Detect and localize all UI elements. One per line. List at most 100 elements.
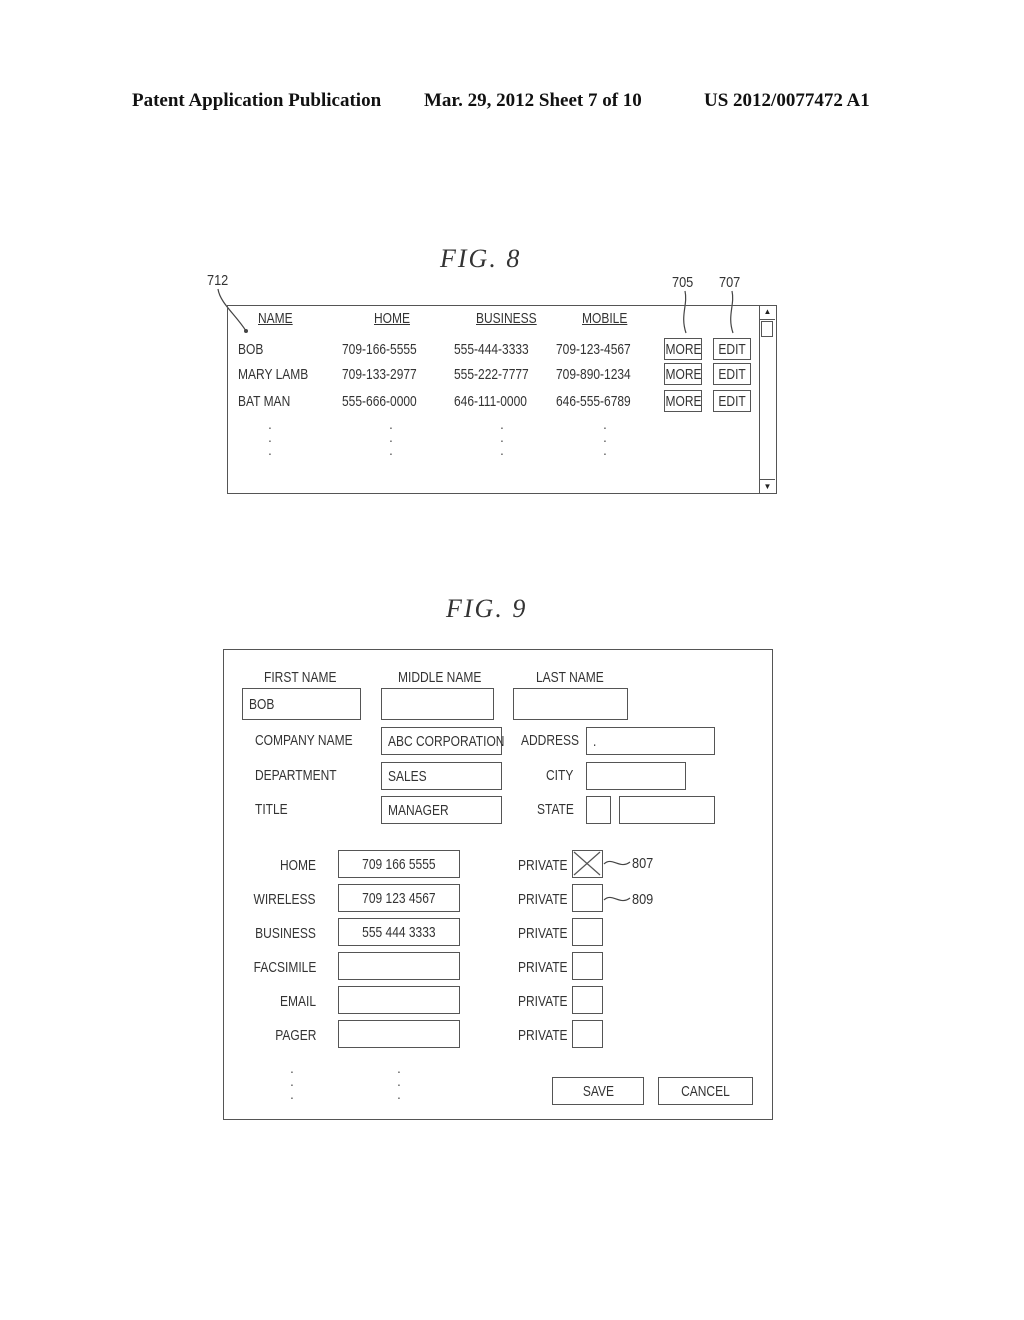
business-label: BUSINESS bbox=[255, 925, 316, 942]
cell-home: 709-166-5555 bbox=[342, 341, 417, 358]
private-label: PRIVATE bbox=[518, 857, 568, 874]
column-header-name: NAME bbox=[258, 310, 293, 327]
cell-business: 555-444-3333 bbox=[454, 341, 529, 358]
first-name-value: BOB bbox=[249, 695, 275, 713]
more-button-label: MORE bbox=[665, 340, 701, 358]
table-row: BAT MAN 555-666-0000 646-111-0000 646-55… bbox=[228, 390, 758, 414]
column-header-home: HOME bbox=[374, 310, 410, 327]
private-checkbox[interactable] bbox=[572, 850, 603, 878]
more-button[interactable]: MORE bbox=[664, 338, 702, 360]
private-checkbox[interactable] bbox=[572, 952, 603, 980]
scroll-thumb[interactable] bbox=[761, 320, 773, 337]
home-value: 709 166 5555 bbox=[362, 855, 436, 873]
cell-name: MARY LAMB bbox=[238, 366, 309, 383]
cell-business: 555-222-7777 bbox=[454, 366, 529, 383]
edit-button[interactable]: EDIT bbox=[713, 390, 751, 412]
contact-list-panel: NAME HOME BUSINESS MOBILE BOB 709-166-55… bbox=[227, 304, 777, 494]
pager-input[interactable] bbox=[338, 1020, 460, 1048]
private-checkbox[interactable] bbox=[572, 1020, 603, 1048]
save-button[interactable]: SAVE bbox=[552, 1077, 644, 1105]
private-label: PRIVATE bbox=[518, 1027, 568, 1044]
private-label: PRIVATE bbox=[518, 959, 568, 976]
home-input[interactable]: 709 166 5555 bbox=[338, 850, 460, 878]
private-label: PRIVATE bbox=[518, 925, 568, 942]
zip-input[interactable] bbox=[619, 796, 715, 824]
continuation-dots: . . . bbox=[397, 1060, 401, 1102]
email-input[interactable] bbox=[338, 986, 460, 1014]
edit-button[interactable]: EDIT bbox=[713, 363, 751, 385]
address-label: ADDRESS bbox=[521, 732, 580, 749]
business-input[interactable]: 555 444 3333 bbox=[338, 918, 460, 946]
checkbox-x-mark-icon bbox=[573, 851, 601, 876]
title-input[interactable]: MANAGER bbox=[381, 796, 502, 824]
save-button-label: SAVE bbox=[582, 1082, 614, 1100]
wireless-label: WIRELESS bbox=[253, 891, 316, 908]
cell-business: 646-111-0000 bbox=[454, 393, 527, 410]
last-name-label: LAST NAME bbox=[536, 669, 604, 686]
company-name-label: COMPANY NAME bbox=[255, 732, 353, 749]
private-checkbox[interactable] bbox=[572, 884, 603, 912]
company-name-input[interactable]: ABC CORPORATION bbox=[381, 727, 505, 755]
department-label: DEPARTMENT bbox=[255, 767, 337, 784]
home-label: HOME bbox=[280, 857, 316, 874]
cancel-button-label: CANCEL bbox=[681, 1082, 730, 1100]
fig8-title: FIG. 8 bbox=[440, 244, 522, 273]
private-label: PRIVATE bbox=[518, 891, 568, 908]
table-row: BOB 709-166-5555 555-444-3333 709-123-45… bbox=[228, 338, 758, 362]
wireless-input[interactable]: 709 123 4567 bbox=[338, 884, 460, 912]
first-name-input[interactable]: BOB bbox=[242, 688, 361, 720]
ref-807: 807 bbox=[632, 855, 654, 872]
company-name-value: ABC CORPORATION bbox=[388, 732, 505, 750]
cancel-button[interactable]: CANCEL bbox=[658, 1077, 753, 1105]
continuation-dots: . . . bbox=[389, 416, 393, 458]
address-value: . bbox=[593, 732, 597, 750]
private-label: PRIVATE bbox=[518, 993, 568, 1010]
date-sheet-label: Mar. 29, 2012 Sheet 7 of 10 bbox=[424, 90, 642, 111]
state-input[interactable] bbox=[586, 796, 611, 824]
ref-809: 809 bbox=[632, 891, 654, 908]
cell-mobile: 646-555-6789 bbox=[556, 393, 631, 410]
more-button-label: MORE bbox=[665, 365, 701, 383]
scroll-down-arrow-icon[interactable]: ▼ bbox=[760, 478, 775, 494]
more-button[interactable]: MORE bbox=[664, 390, 702, 412]
continuation-dots: . . . bbox=[603, 416, 607, 458]
vertical-scrollbar[interactable]: ▲ ▼ bbox=[759, 304, 776, 494]
cell-mobile: 709-123-4567 bbox=[556, 341, 631, 358]
edit-button-label: EDIT bbox=[718, 365, 746, 383]
city-label: CITY bbox=[546, 767, 574, 784]
city-input[interactable] bbox=[586, 762, 686, 790]
wireless-value: 709 123 4567 bbox=[362, 889, 436, 907]
department-value: SALES bbox=[388, 767, 427, 785]
cell-home: 555-666-0000 bbox=[342, 393, 417, 410]
edit-button-label: EDIT bbox=[718, 340, 746, 358]
middle-name-label: MIDDLE NAME bbox=[398, 669, 482, 686]
private-checkbox[interactable] bbox=[572, 918, 603, 946]
private-checkbox[interactable] bbox=[572, 986, 603, 1014]
state-label: STATE bbox=[537, 801, 574, 818]
edit-button[interactable]: EDIT bbox=[713, 338, 751, 360]
continuation-dots: . . . bbox=[500, 416, 504, 458]
email-label: EMAIL bbox=[279, 993, 316, 1010]
cell-home: 709-133-2977 bbox=[342, 366, 417, 383]
contact-edit-form: FIRST NAME MIDDLE NAME LAST NAME BOB COM… bbox=[223, 649, 773, 1120]
column-header-mobile: MOBILE bbox=[582, 310, 628, 327]
title-label: TITLE bbox=[255, 801, 288, 818]
last-name-input[interactable] bbox=[513, 688, 628, 720]
title-value: MANAGER bbox=[388, 801, 449, 819]
table-row: MARY LAMB 709-133-2977 555-222-7777 709-… bbox=[228, 363, 758, 387]
middle-name-input[interactable] bbox=[381, 688, 494, 720]
edit-button-label: EDIT bbox=[718, 392, 746, 410]
first-name-label: FIRST NAME bbox=[264, 669, 337, 686]
business-value: 555 444 3333 bbox=[362, 923, 436, 941]
fig9-title: FIG. 9 bbox=[446, 594, 528, 623]
address-input[interactable]: . bbox=[586, 727, 715, 755]
column-header-business: BUSINESS bbox=[476, 310, 537, 327]
pager-label: PAGER bbox=[274, 1027, 316, 1044]
more-button[interactable]: MORE bbox=[664, 363, 702, 385]
continuation-dots: . . . bbox=[290, 1060, 294, 1102]
department-input[interactable]: SALES bbox=[381, 762, 502, 790]
facsimile-input[interactable] bbox=[338, 952, 460, 980]
more-button-label: MORE bbox=[665, 392, 701, 410]
scroll-up-arrow-icon[interactable]: ▲ bbox=[760, 305, 775, 320]
continuation-dots: . . . bbox=[268, 416, 272, 458]
